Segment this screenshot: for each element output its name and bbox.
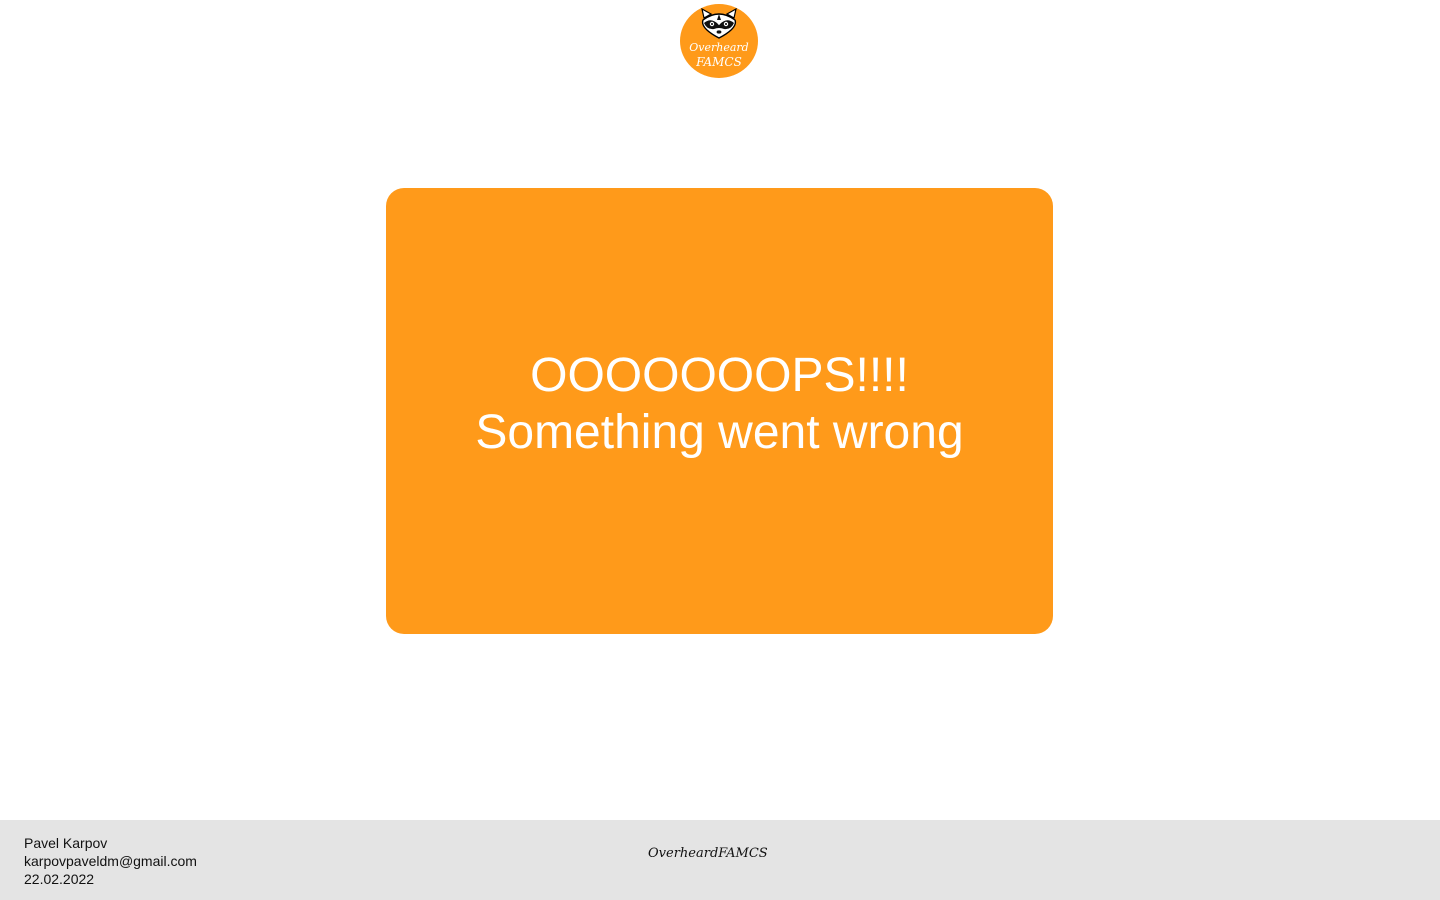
raccoon-icon — [701, 8, 737, 39]
error-content: OOOOOOOPS!!!! Something went wrong — [475, 347, 963, 461]
page: Overheard FAMCS OOOOOOOPS!!!! Something … — [0, 0, 1440, 900]
header: Overheard FAMCS — [0, 0, 1440, 82]
footer-contact-info: Pavel Karpov karpovpaveldm@gmail.com 22.… — [24, 834, 197, 888]
error-message: Something went wrong — [475, 406, 964, 459]
footer-author-name: Pavel Karpov — [24, 835, 108, 851]
footer-brand-part2: FAMCS — [718, 846, 768, 861]
error-title: OOOOOOOPS!!!! — [530, 349, 909, 402]
footer-email: karpovpaveldm@gmail.com — [24, 853, 197, 869]
logo-text-line1: Overheard — [689, 41, 749, 54]
footer: Pavel Karpov karpovpaveldm@gmail.com 22.… — [0, 820, 1440, 900]
footer-date: 22.02.2022 — [24, 871, 95, 887]
footer-brand: OverheardFAMCS — [648, 846, 768, 861]
home-logo-link[interactable]: Overheard FAMCS — [680, 4, 758, 78]
error-card: OOOOOOOPS!!!! Something went wrong — [386, 188, 1053, 634]
footer-brand-part1: Overheard — [648, 846, 719, 861]
logo-text-line2: FAMCS — [696, 55, 742, 69]
